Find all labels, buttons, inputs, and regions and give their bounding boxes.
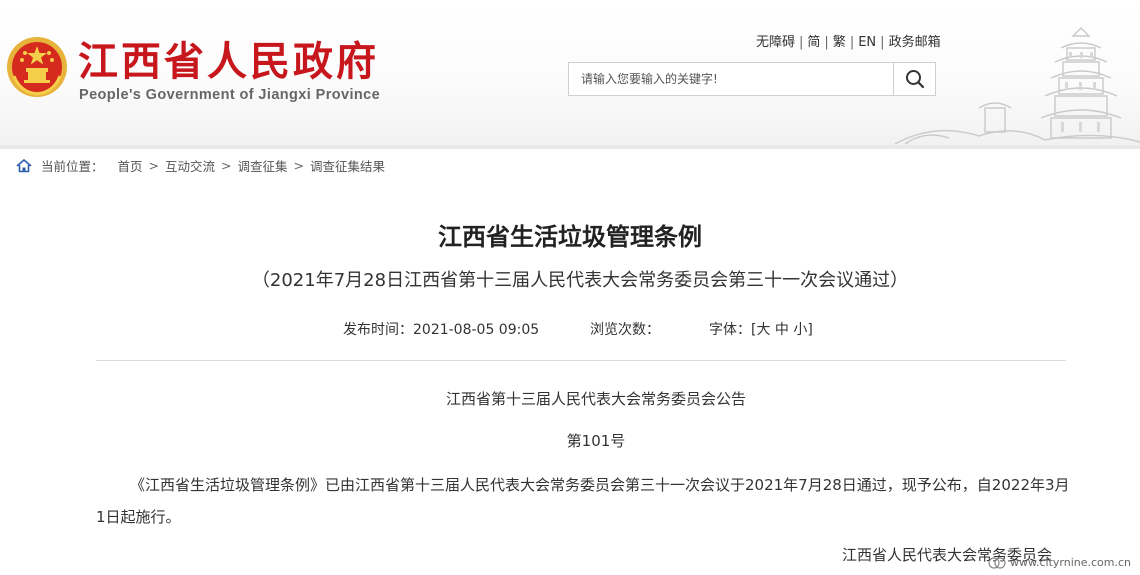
watermark: www.cityrnine.com.cn <box>988 556 1131 569</box>
font-size-large[interactable]: 大 <box>756 322 770 338</box>
home-icon <box>16 158 32 172</box>
traditional-chinese-link[interactable]: 繁 <box>833 35 846 50</box>
font-size-label: 字体： <box>709 322 751 338</box>
breadcrumb-label: 当前位置： <box>41 159 104 174</box>
site-subtitle: People's Government of Jiangxi Province <box>79 87 381 103</box>
watermark-text: www.cityrnine.com.cn <box>1010 556 1132 569</box>
accessibility-link[interactable]: 无障碍 <box>756 35 795 50</box>
breadcrumb-interaction[interactable]: 互动交流 <box>165 156 215 175</box>
publish-time: 发布时间：2021-08-05 09:05 <box>343 322 540 338</box>
watermark-logo-icon <box>988 556 1006 569</box>
simplified-chinese-link[interactable]: 简 <box>807 35 820 50</box>
notice-title: 江西省第十三届人民代表大会常务委员会公告 <box>445 390 746 408</box>
notice-number: 第101号 <box>566 432 626 450</box>
site-title: 江西省人民政府 <box>78 39 379 85</box>
breadcrumb-survey[interactable]: 调查征集 <box>238 156 288 175</box>
article-paragraph: 《江西省生活垃圾管理条例》已由江西省第十三届人民代表大会常务委员会第三十一次会议… <box>96 476 1070 526</box>
article-subtitle: （2021年7月28日江西省第十三届人民代表大会常务委员会第三十一次会议通过） <box>251 270 909 291</box>
site-header: 江西省人民政府 People's Government of Jiangxi P… <box>0 0 1140 145</box>
view-count: 浏览次数： <box>590 322 660 338</box>
breadcrumb-home[interactable]: 首页 <box>118 156 143 175</box>
header-divider <box>0 145 1140 149</box>
english-link[interactable]: EN <box>858 35 876 50</box>
font-size-small[interactable]: 小 <box>793 322 807 338</box>
article-title: 江西省生活垃圾管理条例 <box>438 223 702 251</box>
breadcrumb: 当前位置： 首页 > 互动交流 > 调查征集 > 调查征集结果 <box>16 156 385 175</box>
search-box <box>568 62 936 96</box>
font-size-medium[interactable]: 中 <box>775 322 789 338</box>
search-input[interactable] <box>569 63 895 95</box>
font-size-control: 字体：[大 中 小] <box>709 322 813 338</box>
breadcrumb-survey-results[interactable]: 调查征集结果 <box>310 156 385 175</box>
meta-divider <box>96 360 1066 361</box>
pavilion-illustration <box>895 27 1140 145</box>
national-emblem-icon <box>7 37 67 97</box>
